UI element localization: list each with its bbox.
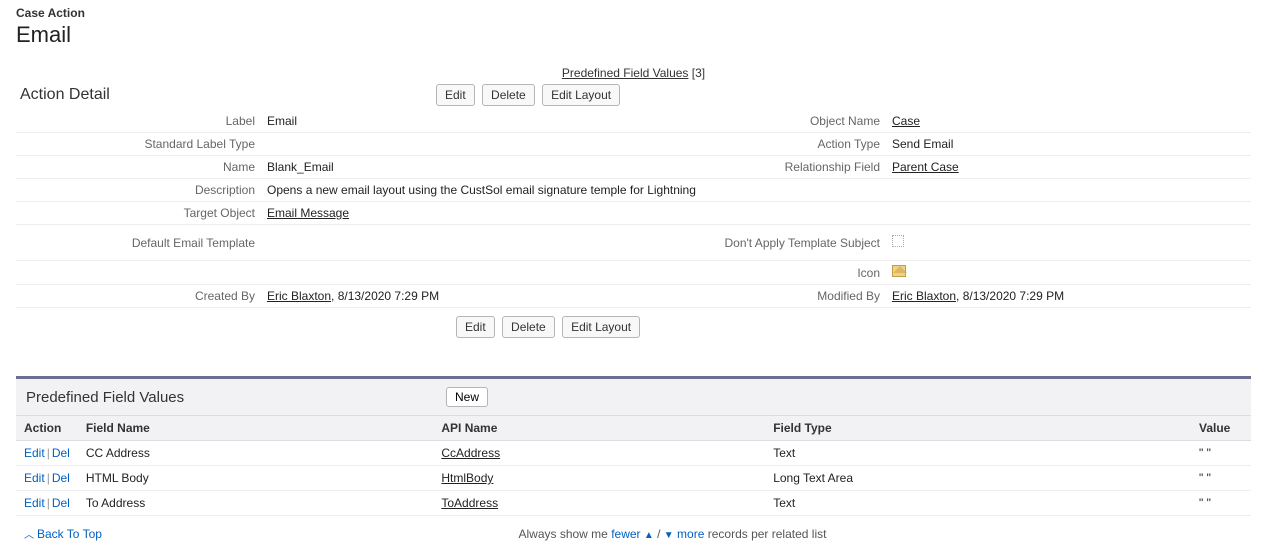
value-icon xyxy=(886,261,1251,285)
new-button[interactable]: New xyxy=(446,387,488,407)
table-row: Edit|Del CC Address CcAddress Text " " xyxy=(16,441,1251,466)
pager-text: Always show me fewer ▲ / ▼ more records … xyxy=(102,527,1243,541)
text-created-by-date: , 8/13/2020 7:29 PM xyxy=(331,289,439,303)
cell-value: " " xyxy=(1191,466,1251,491)
value-modified-by: Eric Blaxton, 8/13/2020 7:29 PM xyxy=(886,285,1251,308)
related-list-table: Action Field Name API Name Field Type Va… xyxy=(16,415,1251,516)
chevron-up-icon: ︿ xyxy=(24,526,34,541)
label-icon: Icon xyxy=(626,261,886,285)
related-list: Predefined Field Values New Action Field… xyxy=(16,376,1251,516)
label-relationship-field: Relationship Field xyxy=(626,156,886,179)
cell-field-type: Text xyxy=(765,441,1191,466)
label-modified-by: Modified By xyxy=(626,285,886,308)
triangle-down-icon: ▼ xyxy=(664,530,674,541)
action-detail-title: Action Detail xyxy=(16,86,436,104)
table-row: Edit|Del HTML Body HtmlBody Long Text Ar… xyxy=(16,466,1251,491)
top-button-row: Edit Delete Edit Layout xyxy=(436,84,624,106)
cell-value: " " xyxy=(1191,441,1251,466)
cell-value: " " xyxy=(1191,491,1251,516)
related-list-title: Predefined Field Values xyxy=(26,389,446,406)
col-value: Value xyxy=(1191,416,1251,441)
value-created-by: Eric Blaxton, 8/13/2020 7:29 PM xyxy=(261,285,626,308)
mail-icon xyxy=(892,265,906,277)
table-row: Edit|Del To Address ToAddress Text " " xyxy=(16,491,1251,516)
label-action-type: Action Type xyxy=(626,133,886,156)
edit-layout-button[interactable]: Edit Layout xyxy=(542,84,620,106)
col-field-type: Field Type xyxy=(765,416,1191,441)
row-edit-link[interactable]: Edit xyxy=(24,496,45,510)
predefined-values-anchor[interactable]: Predefined Field Values xyxy=(562,66,689,80)
delete-button[interactable]: Delete xyxy=(482,84,535,106)
row-del-link[interactable]: Del xyxy=(52,471,70,485)
more-link[interactable]: more xyxy=(677,527,704,541)
delete-button-bottom[interactable]: Delete xyxy=(502,316,555,338)
value-standard-label-type xyxy=(261,133,626,156)
link-relationship-field[interactable]: Parent Case xyxy=(892,160,959,174)
related-anchor-row: Predefined Field Values [3] xyxy=(16,66,1251,80)
col-action: Action xyxy=(16,416,78,441)
label-dont-apply-template-subject: Don't Apply Template Subject xyxy=(626,225,886,261)
value-description: Opens a new email layout using the CustS… xyxy=(261,179,1251,202)
edit-button[interactable]: Edit xyxy=(436,84,475,106)
page-type: Case Action xyxy=(16,6,1251,20)
label-target-object: Target Object xyxy=(16,202,261,225)
value-label: Email xyxy=(261,110,626,133)
cell-field-type: Long Text Area xyxy=(765,466,1191,491)
text-modified-by-date: , 8/13/2020 7:29 PM xyxy=(956,289,1064,303)
bottom-button-row: Edit Delete Edit Layout xyxy=(16,308,1251,346)
cell-api-name-link[interactable]: ToAddress xyxy=(441,496,498,510)
value-action-type: Send Email xyxy=(886,133,1251,156)
label-created-by: Created By xyxy=(16,285,261,308)
predefined-values-count: [3] xyxy=(692,66,705,80)
value-name: Blank_Email xyxy=(261,156,626,179)
label-label: Label xyxy=(16,110,261,133)
link-target-object[interactable]: Email Message xyxy=(267,206,349,220)
page-title: Email xyxy=(16,22,1251,48)
label-standard-label-type: Standard Label Type xyxy=(16,133,261,156)
triangle-up-icon: ▲ xyxy=(644,530,654,541)
link-object-name[interactable]: Case xyxy=(892,114,920,128)
link-created-by-user[interactable]: Eric Blaxton xyxy=(267,289,331,303)
edit-button-bottom[interactable]: Edit xyxy=(456,316,495,338)
label-name: Name xyxy=(16,156,261,179)
checkbox-icon xyxy=(892,235,904,247)
col-field-name: Field Name xyxy=(78,416,434,441)
label-default-email-template: Default Email Template xyxy=(16,225,261,261)
fewer-link[interactable]: fewer xyxy=(611,527,640,541)
action-detail-table: Label Email Object Name Case Standard La… xyxy=(16,110,1251,308)
cell-field-name: To Address xyxy=(78,491,434,516)
row-del-link[interactable]: Del xyxy=(52,446,70,460)
col-api-name: API Name xyxy=(433,416,765,441)
value-dont-apply-template-subject xyxy=(886,225,1251,261)
cell-field-name: HTML Body xyxy=(78,466,434,491)
row-del-link[interactable]: Del xyxy=(52,496,70,510)
row-edit-link[interactable]: Edit xyxy=(24,471,45,485)
link-modified-by-user[interactable]: Eric Blaxton xyxy=(892,289,956,303)
label-description: Description xyxy=(16,179,261,202)
cell-field-type: Text xyxy=(765,491,1191,516)
row-edit-link[interactable]: Edit xyxy=(24,446,45,460)
cell-field-name: CC Address xyxy=(78,441,434,466)
cell-api-name-link[interactable]: HtmlBody xyxy=(441,471,493,485)
label-object-name: Object Name xyxy=(626,110,886,133)
back-to-top-link[interactable]: ︿ Back To Top xyxy=(24,526,102,541)
value-default-email-template xyxy=(261,225,626,261)
cell-api-name-link[interactable]: CcAddress xyxy=(441,446,500,460)
edit-layout-button-bottom[interactable]: Edit Layout xyxy=(562,316,640,338)
